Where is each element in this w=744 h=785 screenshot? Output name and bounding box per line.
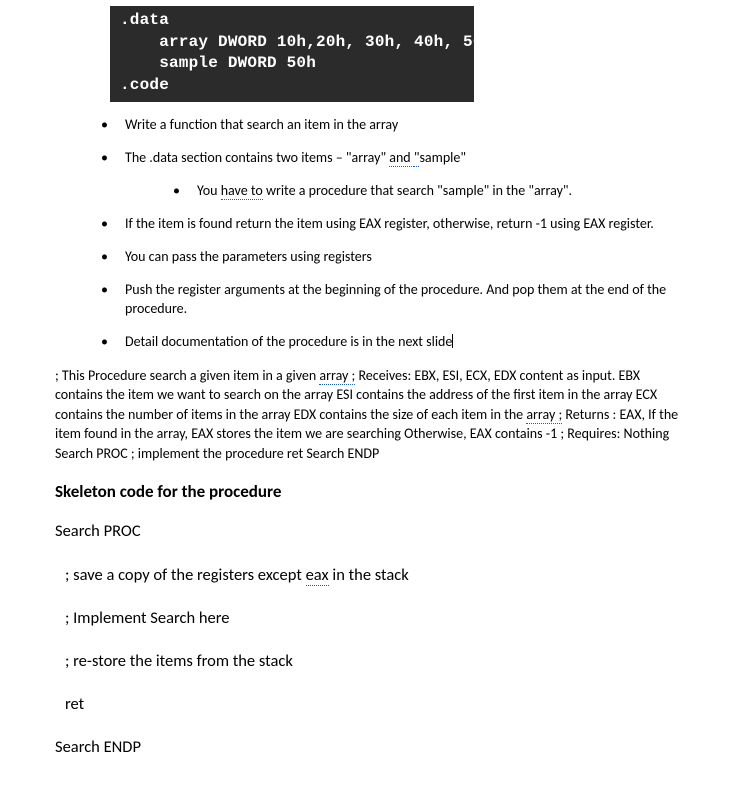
spellcheck-text: eax [306,565,329,586]
procedure-documentation: ; This Procedure search a given item in … [55,366,689,464]
text: Push the register arguments at the begin… [125,281,666,317]
skeleton-code-line: Search ENDP [55,736,689,759]
list-item: Detail documentation of the procedure is… [95,333,689,352]
skeleton-code-line: ; Implement Search here [55,607,689,630]
text: If the item is found return the item usi… [125,215,654,232]
skeleton-code-line: ; re-store the items from the stack [55,650,689,673]
code-line-3: sample DWORD 50h [120,54,316,72]
proofed-text: and [389,149,414,167]
text: " [460,149,466,166]
skeleton-code-line: Search PROC [55,520,689,543]
text: ; This Procedure search a given item in … [55,367,319,384]
proofed-text: have to [221,182,263,200]
code-line-4: .code [120,76,169,94]
assembly-code-block: .data array DWORD 10h,20h, 30h, 40h, 50h… [110,6,474,102]
list-item: Write a function that search an item in … [95,116,689,135]
list-item: If the item is found return the item usi… [95,215,689,234]
text: You [197,182,221,199]
list-item: Push the register arguments at the begin… [95,281,689,319]
text-with-cursor: Detail documentation of the procedure is… [125,333,453,350]
skeleton-code-line: ret [55,693,689,716]
code-line-2: array DWORD 10h,20h, 30h, 40h, 50h [120,33,492,51]
skeleton-heading: Skeleton code for the procedure [55,481,689,502]
text: Write a function that search an item in … [125,116,398,133]
skeleton-code-line: ; save a copy of the registers except ea… [55,564,689,587]
code-line-1: .data [120,11,169,29]
text: write a procedure that search "sample" i… [263,182,572,199]
text: sample [419,149,460,166]
document-page: .data array DWORD 10h,20h, 30h, 40h, 50h… [0,0,744,785]
list-item: The .data section contains two items – "… [95,149,689,201]
text: in the stack [329,565,409,585]
text: The .data section contains two items – "… [125,149,389,166]
text: You can pass the parameters using regist… [125,248,372,265]
text: ; save a copy of the registers except [65,565,306,585]
list-item: You can pass the parameters using regist… [95,248,689,267]
proofed-text: array ; [526,406,562,424]
list-item: You have to write a procedure that searc… [165,182,689,201]
instruction-list: Write a function that search an item in … [55,116,689,351]
proofed-text: array ; [319,367,355,385]
nested-list: You have to write a procedure that searc… [125,182,689,201]
